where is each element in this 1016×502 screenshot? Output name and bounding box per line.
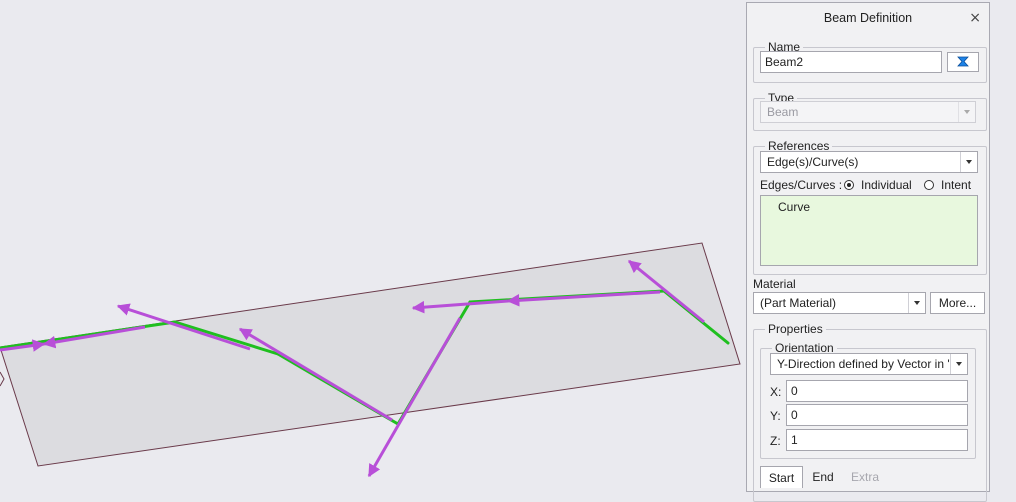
references-dropdown[interactable]: Edge(s)/Curve(s) [760,151,978,173]
y-label: Y: [770,409,781,423]
edge-fragment [0,371,5,387]
dialog-title: Beam Definition [823,11,913,25]
edges-curves-label: Edges/Curves : [760,178,843,192]
chevron-down-icon [908,293,925,313]
type-dropdown: Beam [760,101,976,123]
list-item[interactable]: Curve [778,200,810,214]
surface-plane[interactable] [0,242,741,467]
dialog-header: Beam Definition × [747,3,989,33]
edges-collector[interactable]: Curve [760,195,978,266]
type-selected: Beam [767,105,799,119]
close-icon[interactable]: × [969,3,981,33]
references-selected: Edge(s)/Curve(s) [767,155,859,169]
chevron-down-icon [960,152,977,172]
tab-end[interactable]: End [805,466,841,488]
swap-color-icon [957,56,969,67]
vector-y-input[interactable]: 0 [786,404,968,426]
radio-intent-label[interactable]: Intent [941,178,971,192]
chevron-down-icon [950,354,967,374]
beam-definition-dialog: Beam Definition × Name Beam2 Type Beam R… [746,2,990,502]
beam-name-input[interactable]: Beam2 [760,51,942,73]
vector-z-input[interactable]: 1 [786,429,968,451]
swap-color-button[interactable] [947,52,979,72]
material-selected: (Part Material) [760,296,837,310]
tab-extra: Extra [850,470,879,484]
graphics-viewport[interactable] [0,0,746,484]
vector-x-input[interactable]: 0 [786,380,968,402]
radio-individual-label[interactable]: Individual [861,178,912,192]
chevron-down-icon [958,102,975,122]
tab-start[interactable]: Start [760,466,803,488]
z-label: Z: [770,434,781,448]
properties-legend: Properties [768,322,823,336]
material-label: Material [753,277,796,291]
x-label: X: [770,385,782,399]
radio-individual[interactable] [844,180,854,190]
model-view[interactable] [0,0,746,484]
orientation-dropdown[interactable]: Y-Direction defined by Vector in ' [770,353,968,375]
material-more-button[interactable]: More... [930,292,985,314]
radio-intent[interactable] [924,180,934,190]
material-dropdown[interactable]: (Part Material) [753,292,926,314]
orientation-selected: Y-Direction defined by Vector in ' [777,357,950,371]
